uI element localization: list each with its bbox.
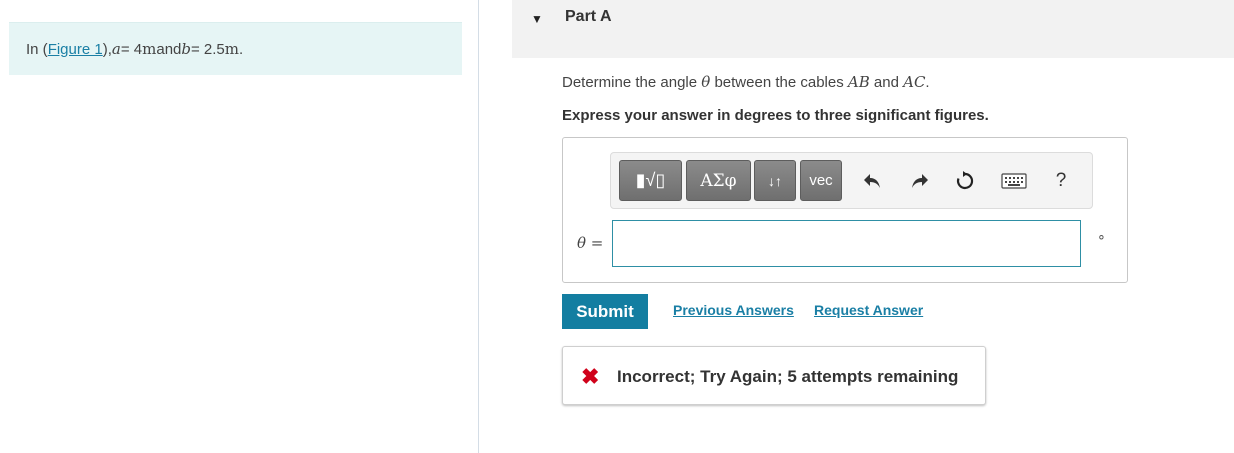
previous-answers-link[interactable]: Previous Answers	[673, 302, 794, 318]
theta-equals: θ =	[577, 234, 604, 252]
question-prefix: Determine the angle	[562, 74, 702, 91]
problem-prefix: In (	[26, 40, 48, 58]
greek-symbols-button[interactable]: ΑΣφ	[686, 160, 751, 201]
arrows-button[interactable]: ↓↑	[754, 160, 796, 201]
figure-link[interactable]: Figure 1	[48, 41, 103, 58]
feedback-box: ✖ Incorrect; Try Again; 5 attempts remai…	[562, 346, 986, 405]
a-value: = 4	[120, 40, 143, 58]
feedback-message: Incorrect; Try Again; 5 attempts remaini…	[617, 367, 959, 386]
problem-period: .	[239, 40, 244, 58]
b-unit: m	[224, 40, 240, 58]
and-text: and	[156, 40, 182, 58]
part-header[interactable]: ▼ Part A	[512, 0, 1234, 58]
var-a: a	[111, 40, 121, 58]
degree-unit: ∘	[1097, 228, 1106, 244]
problem-suffix: ),	[102, 40, 112, 58]
var-b: b	[181, 40, 191, 58]
problem-panel: In ( Figure 1 ), a = 4 m and b = 2.5 m .	[0, 0, 479, 453]
b-value: = 2.5	[191, 40, 225, 58]
arrows-icon: ↓↑	[768, 172, 782, 189]
submit-button[interactable]: Submit	[562, 294, 648, 329]
redo-icon[interactable]	[908, 169, 932, 193]
help-label: ?	[1055, 170, 1067, 191]
math-toolbar: ▮√▯ ΑΣφ ↓↑ vec ?	[610, 152, 1093, 209]
templates-icon: ▮√▯	[635, 170, 666, 190]
collapse-caret-icon[interactable]: ▼	[531, 12, 543, 26]
vec-label: vec	[809, 172, 833, 189]
answer-box: ▮√▯ ΑΣφ ↓↑ vec ? θ = ∘	[562, 137, 1128, 283]
theta-symbol: θ	[701, 73, 711, 91]
templates-button[interactable]: ▮√▯	[619, 160, 682, 201]
greek-label: ΑΣφ	[700, 170, 737, 191]
vector-button[interactable]: vec	[800, 160, 842, 201]
request-answer-link[interactable]: Request Answer	[814, 302, 923, 318]
incorrect-x-icon: ✖	[581, 364, 600, 389]
question-and: and	[869, 74, 904, 91]
question-text: Determine the angle θ between the cables…	[562, 73, 930, 91]
answer-input[interactable]	[612, 220, 1081, 267]
question-middle: between the cables	[710, 74, 848, 91]
question-period: .	[925, 74, 930, 91]
undo-icon[interactable]	[860, 169, 884, 193]
help-icon[interactable]: ?	[1049, 169, 1073, 193]
keyboard-icon[interactable]	[999, 169, 1029, 193]
part-title: Part A	[565, 8, 612, 25]
theta-label: θ =	[577, 234, 603, 252]
instruction-text: Express your answer in degrees to three …	[562, 107, 989, 124]
reset-icon[interactable]	[953, 169, 977, 193]
cable-ab: AB	[847, 73, 870, 91]
problem-statement: In ( Figure 1 ), a = 4 m and b = 2.5 m .	[9, 22, 462, 75]
cable-ac: AC	[903, 73, 926, 91]
a-unit: m	[142, 40, 157, 58]
